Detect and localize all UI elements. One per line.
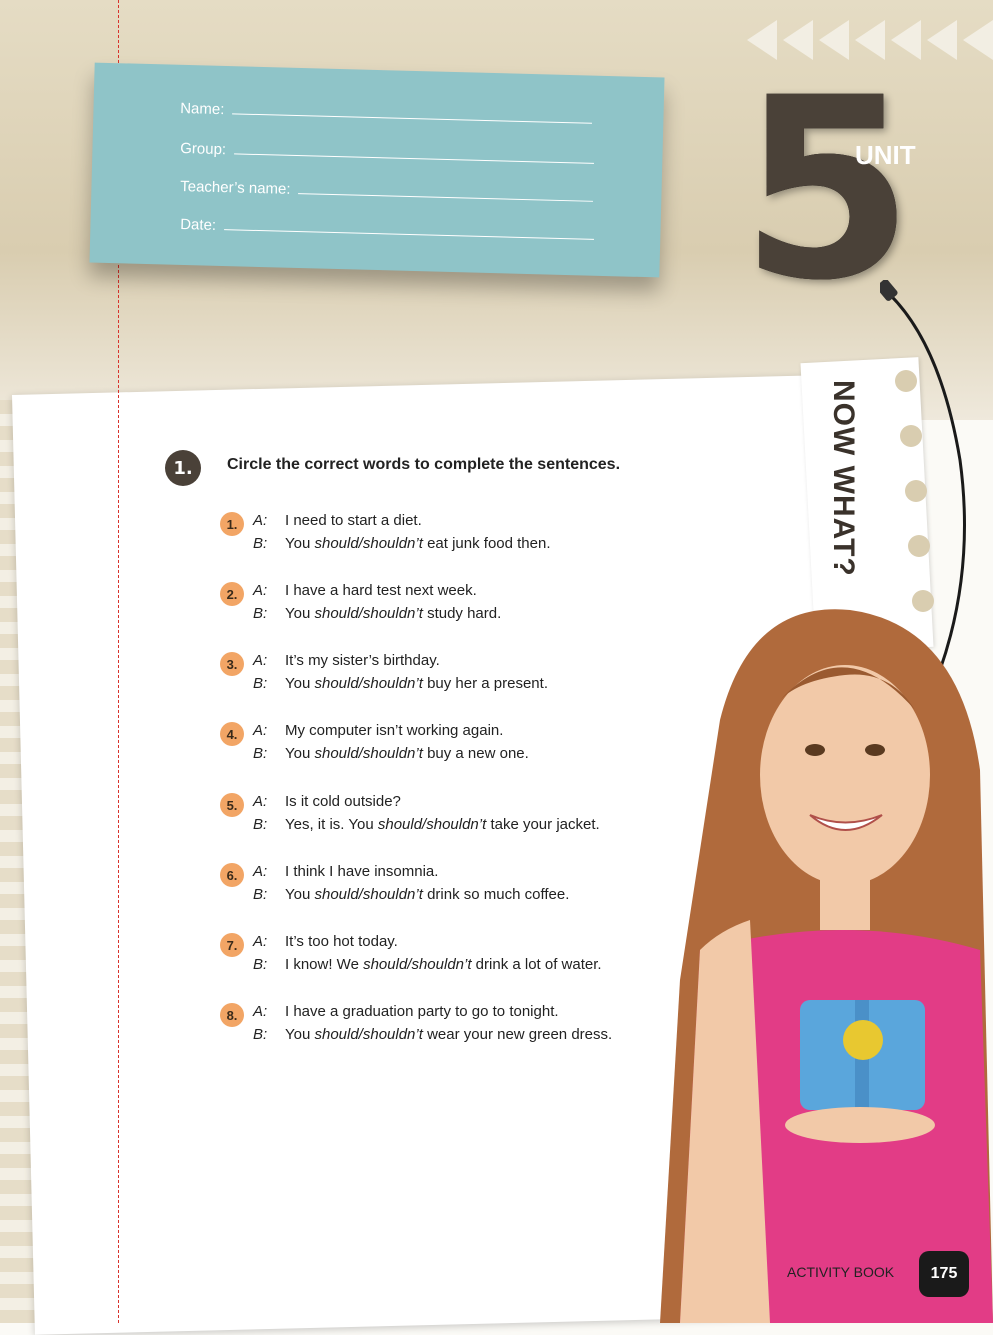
tab-hole (900, 425, 922, 447)
speaker-a: A: (253, 793, 268, 810)
speaker-a: A: (253, 582, 268, 599)
tab-hole (908, 535, 930, 557)
line-b: You should/shouldn’t drink so much coffe… (285, 886, 570, 903)
name-tape (89, 62, 665, 278)
speaker-b: B: (253, 956, 268, 973)
speaker-b: B: (253, 816, 268, 833)
line-b: I know! We should/shouldn’t drink a lot … (285, 956, 602, 973)
line-b: Yes, it is. You should/shouldn’t take yo… (285, 816, 600, 833)
speaker-a: A: (253, 722, 268, 739)
item-number: 4. (220, 722, 244, 746)
item-number: 2. (220, 582, 244, 606)
choice-should-shouldnt[interactable]: should/shouldn’t (314, 605, 422, 622)
item-number: 6. (220, 863, 244, 887)
book-label: ACTIVITY BOOK (787, 1264, 895, 1280)
speaker-a: A: (253, 863, 268, 880)
line-a: I need to start a diet. (285, 512, 422, 529)
item-number: 1. (220, 512, 244, 536)
speaker-b: B: (253, 605, 268, 622)
choice-should-shouldnt[interactable]: should/shouldn’t (314, 886, 422, 903)
line-b: You should/shouldn’t study hard. (285, 605, 502, 622)
group-label: Group: (180, 140, 227, 159)
line-a: I think I have insomnia. (285, 863, 439, 880)
exercise-instructions: Circle the correct words to complete the… (227, 456, 621, 473)
line-b: You should/shouldn’t buy a new one. (285, 745, 529, 762)
item-number: 5. (220, 793, 244, 817)
line-b: You should/shouldn’t eat junk food then. (285, 535, 551, 552)
item-number: 3. (220, 652, 244, 676)
exercise-number-badge: 1. (165, 450, 201, 486)
date-label: Date: (180, 216, 217, 234)
choice-should-shouldnt[interactable]: should/shouldn’t (314, 535, 422, 552)
choice-should-shouldnt[interactable]: should/shouldn’t (363, 956, 471, 973)
line-a: It’s too hot today. (285, 933, 398, 950)
unit-number: 5 (740, 44, 914, 335)
page-number-badge: 175 (919, 1251, 969, 1297)
speaker-a: A: (253, 1003, 268, 1020)
page-number: 175 (930, 1265, 958, 1282)
speaker-a: A: (253, 512, 268, 529)
line-b: You should/shouldn’t buy her a present. (285, 675, 548, 692)
name-label: Name: (180, 100, 225, 119)
girl-holding-gift-image (660, 609, 993, 1323)
speaker-b: B: (253, 745, 268, 762)
speaker-b: B: (253, 675, 268, 692)
tab-hole (895, 370, 917, 392)
tab-hole (905, 480, 927, 502)
line-a: I have a hard test next week. (285, 582, 477, 599)
exercise-number: 1. (173, 457, 193, 479)
speaker-b: B: (253, 1026, 268, 1043)
choice-should-shouldnt[interactable]: should/shouldn’t (314, 1026, 422, 1043)
speaker-a: A: (253, 933, 268, 950)
unit-title: NOW WHAT? (827, 380, 860, 577)
item-number: 7. (220, 933, 244, 957)
line-a: It’s my sister’s birthday. (285, 652, 440, 669)
speaker-a: A: (253, 652, 268, 669)
choice-should-shouldnt[interactable]: should/shouldn’t (378, 816, 486, 833)
speaker-b: B: (253, 535, 268, 552)
line-a: Is it cold outside? (285, 793, 401, 810)
line-a: My computer isn’t working again. (285, 722, 504, 739)
line-b: You should/shouldn’t wear your new green… (285, 1026, 613, 1043)
teacher-label: Teacher’s name: (180, 178, 291, 198)
speaker-b: B: (253, 886, 268, 903)
unit-label: UNIT (855, 140, 916, 170)
choice-should-shouldnt[interactable]: should/shouldn’t (314, 745, 422, 762)
item-number: 8. (220, 1003, 244, 1027)
choice-should-shouldnt[interactable]: should/shouldn’t (314, 675, 422, 692)
line-a: I have a graduation party to go to tonig… (285, 1003, 559, 1020)
